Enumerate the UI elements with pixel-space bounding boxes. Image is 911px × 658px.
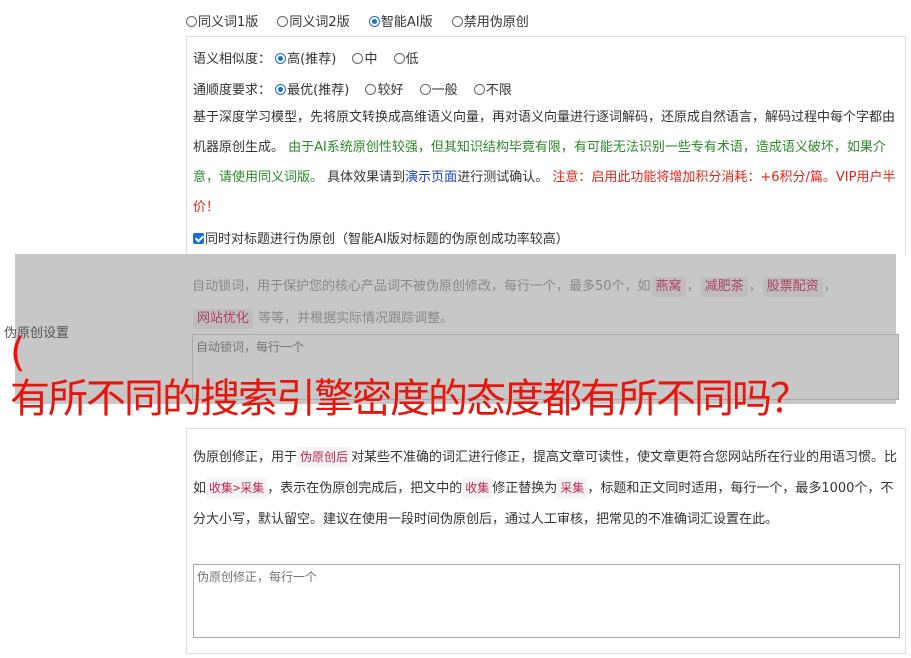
- radio-checked-icon: [368, 16, 380, 27]
- demo-page-link[interactable]: 演示页面: [405, 170, 457, 185]
- example-tag: 燕窝: [651, 277, 686, 297]
- radio-icon: [451, 16, 463, 27]
- version-option-disable[interactable]: 禁用伪原创: [451, 15, 529, 30]
- lock-words-description: 自动锁词，用于保护您的核心产品词不被伪原创修改，每行一个，最多50个，如 燕窝，减…: [192, 271, 898, 335]
- fluency-option-average[interactable]: 一般: [419, 83, 458, 98]
- radio-checked-icon: [275, 53, 287, 64]
- correction-panel: 伪原创修正，用于 伪原创后 对某些不准确的词汇进行修正，提高文章可读性，使文章更符合…: [186, 428, 906, 654]
- fluency-option-unlimited[interactable]: 不限: [473, 83, 512, 98]
- radio-icon: [393, 53, 405, 64]
- radio-icon: [277, 16, 289, 27]
- version-option-ai[interactable]: 智能AI版: [368, 15, 433, 30]
- ai-description: 基于深度学习模型，先将原文转换成高维语义向量，再对语义向量进行逐词解码，还原成自…: [193, 110, 896, 215]
- code-snippet: 收集>采集: [206, 478, 268, 498]
- code-snippet: 伪原创后: [297, 447, 352, 467]
- example-tag: 网站优化: [193, 309, 254, 329]
- radio-icon: [186, 16, 197, 27]
- radio-icon: [365, 84, 377, 95]
- version-radio-group: 同义词1版 同义词2版 智能AI版 禁用伪原创: [186, 11, 544, 30]
- fluency-option-good[interactable]: 较好: [365, 83, 403, 98]
- radio-icon: [352, 53, 364, 64]
- lock-words-textarea[interactable]: [192, 334, 899, 400]
- correction-textarea[interactable]: [193, 564, 900, 638]
- title-checkbox-row[interactable]: 同时对标题进行伪原创（智能AI版对标题的伪原创成功率较高）: [193, 228, 569, 247]
- radio-icon: [473, 84, 485, 95]
- radio-icon: [419, 84, 431, 95]
- radio-checked-icon: [275, 84, 287, 95]
- example-tag: 股票配资: [762, 277, 823, 297]
- code-snippet: 采集: [557, 478, 588, 498]
- similarity-option-high[interactable]: 高(推荐): [275, 52, 336, 67]
- ai-settings-panel: 语义相似度： 高(推荐) 中 低 通顺度要求： 最优(推荐) 较好 一般 不限 …: [186, 36, 906, 255]
- settings-section-label: 伪原创设置: [4, 326, 70, 341]
- fluency-option-best[interactable]: 最优(推荐): [275, 83, 349, 98]
- version-option-synonym1[interactable]: 同义词1版: [186, 15, 258, 30]
- fluency-label: 通顺度要求：: [193, 83, 272, 98]
- similarity-option-low[interactable]: 低: [393, 52, 419, 67]
- checkbox-checked-icon[interactable]: [193, 233, 204, 244]
- lock-words-panel: 自动锁词，用于保护您的核心产品词不被伪原创修改，每行一个，最多50个，如 燕窝，减…: [186, 254, 906, 409]
- version-option-synonym2[interactable]: 同义词2版: [277, 15, 350, 30]
- title-checkbox-label: 同时对标题进行伪原创（智能AI版对标题的伪原创成功率较高）: [205, 232, 569, 247]
- example-tag: 减肥茶: [700, 277, 748, 297]
- similarity-label: 语义相似度：: [193, 52, 272, 67]
- correction-description: 伪原创修正，用于 伪原创后 对某些不准确的词汇进行修正，提高文章可读性，使文章更符合…: [193, 442, 899, 535]
- similarity-option-medium[interactable]: 中: [352, 52, 377, 67]
- similarity-row: 语义相似度： 高(推荐) 中 低: [193, 48, 431, 67]
- fluency-row: 通顺度要求： 最优(推荐) 较好 一般 不限: [193, 79, 524, 98]
- code-snippet: 收集: [462, 478, 493, 498]
